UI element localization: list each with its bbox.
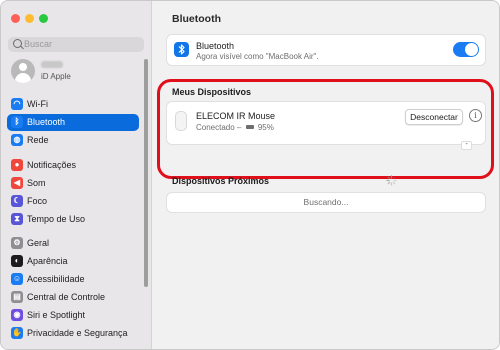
nearby-devices-title: Dispositivos Próximos [172, 176, 270, 186]
my-devices-title: Meus Dispositivos [172, 87, 252, 97]
bluetooth-visibility-text: Agora visível como "MacBook Air". [196, 52, 319, 61]
sidebar-item-som[interactable]: ◀ Som [7, 175, 139, 192]
searching-status: Buscando... [303, 197, 349, 207]
sidebar-item-label: Siri e Spotlight [27, 310, 86, 320]
control-center-icon: ▤ [11, 291, 23, 303]
bluetooth-icon: ᛒ [11, 116, 23, 128]
settings-window: Buscar iD Apple ◠ Wi-Fi ᛒ Bluetooth ◍ Rede ● No… [0, 0, 500, 350]
battery-icon [245, 125, 254, 130]
sidebar-item-label: Foco [27, 196, 48, 206]
appearance-icon: ◐ [11, 255, 23, 267]
gear-icon: ⚙ [11, 237, 23, 249]
main-pane: Bluetooth Bluetooth Agora visível como "… [152, 1, 499, 349]
hand-icon: ✋ [11, 327, 23, 339]
sidebar-item-tempo-de-uso[interactable]: ⧗ Tempo de Uso [7, 211, 139, 228]
device-status: Conectado – 95% [196, 123, 274, 132]
sidebar-item-privacidade-e-segurança[interactable]: ✋ Privacidade e Segurança [7, 325, 139, 342]
sidebar-item-acessibilidade[interactable]: ☺ Acessibilidade [7, 271, 139, 288]
bluetooth-row: Bluetooth Agora visível como "MacBook Ai… [166, 34, 486, 66]
search-placeholder: Buscar [24, 39, 53, 49]
sidebar-scrollbar[interactable] [144, 59, 148, 287]
hourglass-icon: ⧗ [11, 213, 23, 225]
search-icon [13, 39, 22, 48]
sidebar-item-siri-e-spotlight[interactable]: ◉ Siri e Spotlight [7, 307, 139, 324]
device-row: ELECOM IR Mouse Conectado – 95% Desconec… [166, 101, 486, 145]
bluetooth-label: Bluetooth [196, 41, 235, 51]
bell-icon: ● [11, 159, 23, 171]
sidebar-item-foco[interactable]: ☾ Foco [7, 193, 139, 210]
close-window-button[interactable] [11, 14, 20, 23]
battery-level: 95% [257, 123, 274, 132]
sidebar-item-label: Notificações [27, 160, 77, 170]
apple-id-account[interactable]: iD Apple [9, 59, 139, 85]
sidebar-item-label: Central de Controle [27, 292, 106, 302]
sidebar-item-central-de-controle[interactable]: ▤ Central de Controle [7, 289, 139, 306]
disconnect-button[interactable]: Desconectar [405, 109, 463, 125]
wifi-icon: ◠ [11, 98, 23, 110]
sidebar-item-wi-fi[interactable]: ◠ Wi-Fi [7, 96, 139, 113]
connection-status: Conectado – [196, 123, 242, 132]
moon-icon: ☾ [11, 195, 23, 207]
accessibility-icon: ☺ [11, 273, 23, 285]
sidebar-item-label: Aparência [27, 256, 68, 266]
sidebar-item-label: Wi-Fi [27, 99, 48, 109]
mouse-icon [175, 111, 187, 131]
sidebar-item-label: Som [27, 178, 46, 188]
sidebar-item-bluetooth[interactable]: ᛒ Bluetooth [7, 114, 139, 131]
sidebar-item-geral[interactable]: ⚙ Geral [7, 235, 139, 252]
search-field[interactable]: Buscar [8, 37, 144, 52]
sidebar-item-label: Tempo de Uso [27, 214, 86, 224]
sidebar-item-aparência[interactable]: ◐ Aparência [7, 253, 139, 270]
nearby-devices-list: Buscando... [166, 192, 486, 213]
siri-icon: ◉ [11, 309, 23, 321]
loading-spinner-icon [386, 175, 397, 186]
sidebar-item-label: Privacidade e Segurança [27, 328, 128, 338]
sidebar-item-rede[interactable]: ◍ Rede [7, 132, 139, 149]
avatar [11, 59, 35, 83]
sidebar: Buscar iD Apple ◠ Wi-Fi ᛒ Bluetooth ◍ Rede ● No… [1, 1, 152, 349]
account-subtitle: iD Apple [41, 72, 71, 81]
info-icon[interactable]: i [469, 109, 482, 122]
device-name: ELECOM IR Mouse [196, 111, 276, 121]
bluetooth-icon [174, 42, 189, 57]
zoom-window-button[interactable] [39, 14, 48, 23]
bluetooth-toggle[interactable] [453, 42, 479, 57]
globe-icon: ◍ [11, 134, 23, 146]
remove-device-button[interactable]: - [461, 141, 472, 150]
sidebar-item-label: Acessibilidade [27, 274, 85, 284]
sidebar-item-label: Geral [27, 238, 50, 248]
sidebar-item-label: Bluetooth [27, 117, 66, 127]
page-title: Bluetooth [172, 13, 221, 25]
speaker-icon: ◀ [11, 177, 23, 189]
minimize-window-button[interactable] [25, 14, 34, 23]
account-name-redacted [41, 61, 63, 68]
sidebar-item-label: Rede [27, 135, 49, 145]
sidebar-item-notificações[interactable]: ● Notificações [7, 157, 139, 174]
